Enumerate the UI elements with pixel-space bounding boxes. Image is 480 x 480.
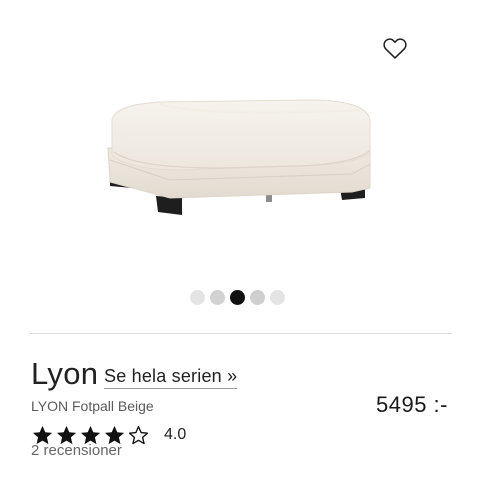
wishlist-button[interactable] xyxy=(381,34,409,62)
carousel-dot[interactable] xyxy=(210,290,225,305)
review-count-link[interactable]: 2 recensioner xyxy=(31,442,122,460)
carousel-dot-active[interactable] xyxy=(230,290,245,305)
carousel-dot[interactable] xyxy=(250,290,265,305)
product-subtitle: LYON Fotpall Beige xyxy=(31,398,154,414)
heart-outline-icon xyxy=(383,38,407,59)
product-title: Lyon xyxy=(31,356,99,391)
product-price: 5495 :- xyxy=(376,392,448,417)
rating-value: 4.0 xyxy=(164,426,187,443)
carousel-dots xyxy=(190,290,285,305)
product-image xyxy=(107,99,371,215)
product-image-area[interactable] xyxy=(0,0,480,320)
product-card: Lyon Se hela serien » LYON Fotpall Beige… xyxy=(0,0,480,480)
divider xyxy=(30,333,452,334)
see-series-link[interactable]: Se hela serien » xyxy=(104,365,238,389)
star-empty-icon xyxy=(128,425,149,444)
carousel-dot[interactable] xyxy=(270,290,285,305)
carousel-dot[interactable] xyxy=(190,290,205,305)
